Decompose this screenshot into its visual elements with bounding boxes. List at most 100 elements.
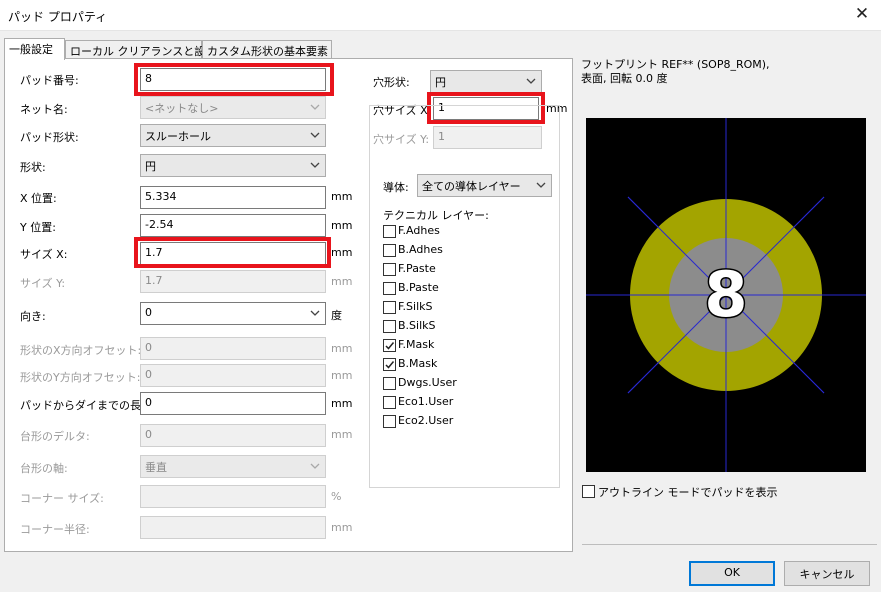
pad-number-text: 8	[704, 258, 747, 331]
orientation-unit: 度	[331, 309, 342, 322]
layer-checkbox[interactable]	[383, 301, 396, 314]
offset-x-label: 形状のX方向オフセット:	[20, 344, 142, 357]
x-position-input[interactable]: 5.334	[140, 186, 326, 209]
y-position-unit: mm	[331, 219, 353, 232]
trapezoid-delta-input: 0	[140, 424, 326, 447]
size-x-input[interactable]: 1.7	[140, 242, 326, 265]
chevron-down-icon	[535, 178, 547, 192]
x-position-unit: mm	[331, 190, 353, 203]
drill-shape-label: 穴形状:	[373, 76, 410, 89]
corner-size-unit: %	[331, 490, 342, 503]
layer-checkbox[interactable]	[383, 415, 396, 428]
title-bar: パッド プロパティ ✕	[0, 0, 881, 31]
pad-to-die-unit: mm	[331, 397, 353, 410]
chevron-down-icon	[309, 306, 321, 320]
pad-number-input[interactable]: 8	[140, 68, 326, 91]
layer-label: F.Mask	[398, 338, 435, 351]
close-icon[interactable]: ✕	[851, 4, 873, 24]
pad-type-label: パッド形状:	[20, 131, 79, 144]
layer-label: Eco2.User	[398, 414, 454, 427]
tab-local-clearance[interactable]: ローカル クリアランスと設定	[65, 40, 216, 59]
layer-checkbox[interactable]	[383, 282, 396, 295]
shape-value: 円	[145, 160, 156, 173]
technical-layers-label: テクニカル レイヤー:	[383, 209, 489, 222]
layer-checkbox[interactable]	[383, 225, 396, 238]
layer-checkbox[interactable]	[383, 263, 396, 276]
copper-layers-select[interactable]: 全ての導体レイヤー	[417, 174, 552, 197]
layer-checkbox[interactable]	[383, 244, 396, 257]
layer-label: Eco1.User	[398, 395, 454, 408]
drill-shape-select[interactable]: 円	[430, 70, 542, 93]
pad-to-die-label: パッドからダイまでの長さ:	[20, 399, 156, 412]
orientation-label: 向き:	[20, 310, 46, 323]
pad-preview-svg: 8	[586, 118, 866, 472]
size-x-label: サイズ X:	[20, 248, 68, 261]
offset-x-unit: mm	[331, 342, 353, 355]
outline-mode-checkbox[interactable]	[582, 485, 595, 498]
offset-y-unit: mm	[331, 369, 353, 382]
tab-general[interactable]: 一般設定	[4, 38, 65, 60]
copper-layers-value: 全ての導体レイヤー	[422, 180, 521, 193]
layer-checkbox[interactable]	[383, 320, 396, 333]
chevron-down-icon	[525, 74, 537, 88]
y-position-input[interactable]: -2.54	[140, 214, 326, 237]
size-y-input: 1.7	[140, 270, 326, 293]
pad-preview-canvas: 8	[586, 118, 866, 472]
outline-mode-label: アウトライン モードでパッドを表示	[598, 486, 778, 499]
layer-label: F.SilkS	[398, 300, 433, 313]
x-position-label: X 位置:	[20, 192, 57, 205]
corner-radius-unit: mm	[331, 521, 353, 534]
corner-size-input	[140, 485, 326, 508]
chevron-down-icon	[309, 100, 321, 114]
offset-y-label: 形状のY方向オフセット:	[20, 371, 141, 384]
offset-y-input: 0	[140, 364, 326, 387]
corner-radius-input	[140, 516, 326, 539]
layer-checkbox[interactable]	[383, 358, 396, 371]
size-y-label: サイズ Y:	[20, 277, 66, 290]
window-title: パッド プロパティ	[8, 10, 108, 24]
offset-x-input: 0	[140, 337, 326, 360]
trapezoid-delta-unit: mm	[331, 428, 353, 441]
layer-label: F.Paste	[398, 262, 436, 275]
pad-type-select[interactable]: スルーホール	[140, 124, 326, 147]
layer-checkbox[interactable]	[383, 377, 396, 390]
side-rotation-info: 表面, 回転 0.0 度	[581, 72, 668, 85]
layer-checkbox[interactable]	[383, 339, 396, 352]
copper-layers-label: 導体:	[383, 181, 409, 194]
size-x-unit: mm	[331, 246, 353, 259]
corner-size-label: コーナー サイズ:	[20, 492, 104, 505]
chevron-down-icon	[309, 459, 321, 473]
y-position-label: Y 位置:	[20, 221, 56, 234]
layer-label: B.Adhes	[398, 243, 443, 256]
layer-label: B.Paste	[398, 281, 439, 294]
trapezoid-axis-value: 垂直	[145, 461, 167, 474]
trapezoid-delta-label: 台形のデルタ:	[20, 430, 90, 443]
pad-type-value: スルーホール	[145, 130, 211, 143]
orientation-value: 0	[145, 306, 152, 319]
shape-select[interactable]: 円	[140, 154, 326, 177]
layer-label: B.SilkS	[398, 319, 436, 332]
trapezoid-axis-label: 台形の軸:	[20, 462, 68, 475]
corner-radius-label: コーナー半径:	[20, 523, 90, 536]
cancel-button[interactable]: キャンセル	[784, 561, 870, 586]
chevron-down-icon	[309, 128, 321, 142]
shape-label: 形状:	[20, 161, 46, 174]
net-name-value: <ネットなし>	[145, 102, 219, 115]
trapezoid-axis-select: 垂直	[140, 455, 326, 478]
layers-group	[369, 105, 560, 488]
pad-number-label: パッド番号:	[20, 74, 79, 87]
layer-label: B.Mask	[398, 357, 438, 370]
net-name-select: <ネットなし>	[140, 96, 326, 119]
orientation-combo[interactable]: 0	[140, 302, 326, 325]
drill-shape-value: 円	[435, 76, 446, 89]
footer-separator	[582, 544, 877, 545]
layer-label: F.Adhes	[398, 224, 440, 237]
chevron-down-icon	[309, 158, 321, 172]
pad-to-die-input[interactable]: 0	[140, 392, 326, 415]
layer-label: Dwgs.User	[398, 376, 457, 389]
tab-custom-shape[interactable]: カスタム形状の基本要素	[202, 40, 332, 59]
net-name-label: ネット名:	[20, 103, 68, 116]
size-y-unit: mm	[331, 275, 353, 288]
layer-checkbox[interactable]	[383, 396, 396, 409]
ok-button[interactable]: OK	[689, 561, 775, 586]
